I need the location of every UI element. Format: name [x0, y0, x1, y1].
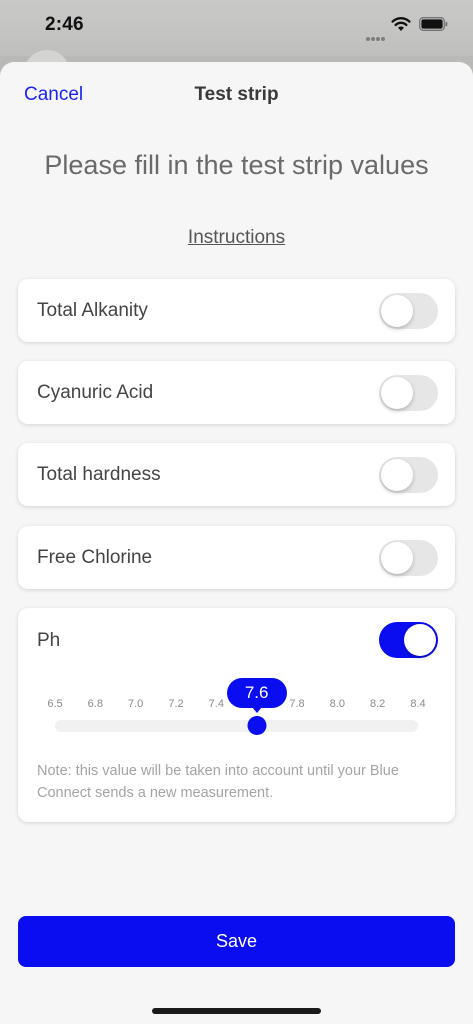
parameter-card-free-chlorine: Free Chlorine — [18, 526, 455, 589]
toggle-knob — [404, 624, 436, 656]
total-alkanity-toggle[interactable] — [379, 293, 438, 329]
status-time: 2:46 — [45, 14, 84, 35]
free-chlorine-toggle[interactable] — [379, 540, 438, 576]
ph-slider-track[interactable] — [55, 720, 418, 732]
status-bar: 2:46 — [0, 0, 473, 56]
ph-note: Note: this value will be taken into acco… — [37, 763, 399, 801]
parameter-card-cyanuric-acid: Cyanuric Acid — [18, 361, 455, 424]
ph-slider-thumb[interactable] — [247, 716, 267, 735]
parameter-card-total-hardness: Total hardness — [18, 443, 455, 506]
page-title: Test strip — [194, 84, 279, 105]
cyanuric-acid-toggle[interactable] — [379, 375, 438, 411]
ph-slider: 6.56.87.07.27.47.67.88.08.28.4 7.6 — [18, 678, 455, 768]
total-hardness-toggle[interactable] — [379, 457, 438, 493]
toggle-knob — [381, 377, 413, 409]
ph-value-bubble: 7.6 — [226, 678, 287, 708]
toggle-knob — [381, 459, 413, 491]
parameter-label: Total Alkanity — [37, 300, 148, 321]
ph-tick-label: 6.8 — [87, 698, 103, 710]
parameter-card-total-alkanity: Total Alkanity — [18, 279, 455, 342]
ph-toggle[interactable] — [379, 622, 438, 658]
signal-icon — [366, 28, 386, 41]
save-button[interactable]: Save — [18, 916, 455, 967]
ph-tick-label: 7.2 — [168, 698, 184, 710]
ph-tick-label: 8.4 — [410, 698, 426, 710]
wifi-icon — [391, 17, 411, 31]
parameter-label: Total hardness — [37, 464, 161, 485]
ph-tick-label: 7.8 — [289, 698, 305, 710]
parameter-label: Cyanuric Acid — [37, 382, 154, 403]
parameter-card-ph: Ph 6.56.87.07.27.47.67.88.08.28.4 7.6 No… — [18, 608, 455, 822]
ph-tick-label: 6.5 — [47, 698, 63, 710]
battery-icon — [419, 17, 448, 31]
parameter-label: Free Chlorine — [37, 547, 153, 568]
ph-tick-label: 8.0 — [329, 698, 345, 710]
home-indicator — [152, 1008, 321, 1014]
ph-tick-label: 8.2 — [370, 698, 386, 710]
toggle-knob — [381, 295, 413, 327]
test-strip-sheet: Cancel Test strip Please fill in the tes… — [0, 62, 473, 1024]
ph-tick-label: 7.0 — [128, 698, 144, 710]
headline: Please fill in the test strip values — [44, 150, 429, 180]
instructions-link[interactable]: Instructions — [0, 227, 473, 249]
toggle-knob — [381, 542, 413, 574]
parameter-label: Ph — [37, 630, 61, 651]
ph-tick-label: 7.4 — [208, 698, 224, 710]
